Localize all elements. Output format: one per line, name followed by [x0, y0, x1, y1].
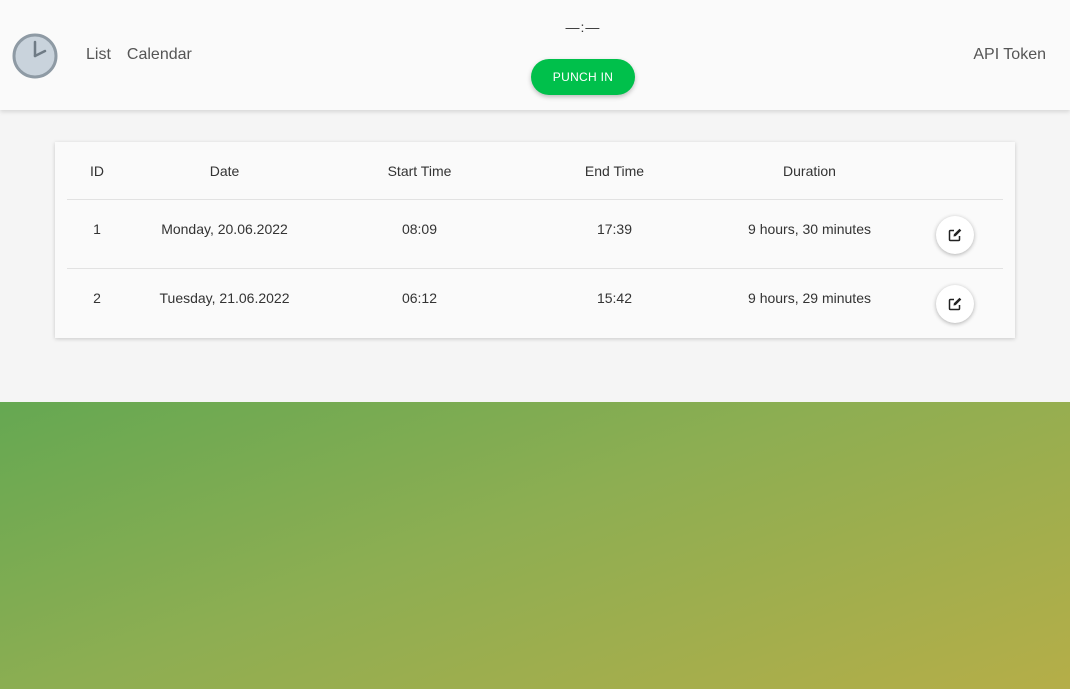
table-header-row: ID Date Start Time End Time Duration	[67, 142, 1003, 200]
clock-icon[interactable]	[12, 33, 58, 79]
punch-in-button[interactable]: PUNCH IN	[531, 59, 635, 95]
edit-icon	[948, 297, 962, 311]
footer-gradient-background	[0, 402, 1070, 689]
edit-entry-button[interactable]	[936, 285, 974, 323]
nav-link-calendar[interactable]: Calendar	[127, 45, 192, 65]
nav-link-list[interactable]: List	[86, 45, 111, 65]
cell-actions	[907, 199, 1003, 269]
column-header-date[interactable]: Date	[127, 142, 322, 200]
entries-card: ID Date Start Time End Time Duration 1 M…	[55, 142, 1015, 338]
column-header-duration[interactable]: Duration	[712, 142, 907, 200]
nav-link-api-token[interactable]: API Token	[973, 45, 1046, 65]
cell-date: Monday, 20.06.2022	[127, 199, 322, 269]
entries-table: ID Date Start Time End Time Duration 1 M…	[67, 142, 1003, 338]
column-header-start-time[interactable]: Start Time	[322, 142, 517, 200]
cell-duration: 9 hours, 29 minutes	[748, 290, 871, 306]
column-header-end-time[interactable]: End Time	[517, 142, 712, 200]
cell-actions	[907, 269, 1003, 338]
timer-display: —:—	[565, 19, 601, 35]
cell-start-time: 08:09	[322, 199, 517, 269]
edit-icon	[948, 228, 962, 242]
cell-start-time: 06:12	[401, 290, 438, 306]
cell-id: 2	[93, 290, 101, 306]
cell-duration: 9 hours, 30 minutes	[712, 199, 907, 269]
cell-end-time: 15:42	[596, 290, 633, 306]
edit-entry-button[interactable]	[936, 216, 974, 254]
cell-end-time: 17:39	[517, 199, 712, 269]
top-app-bar: List Calendar —:— PUNCH IN API Token	[0, 0, 1070, 110]
table-row[interactable]: 2 Tuesday, 21.06.2022 06:12 15:42 9 hour…	[67, 269, 1003, 338]
table-row[interactable]: 1 Monday, 20.06.2022 08:09 17:39 9 hours…	[67, 199, 1003, 269]
cell-date: Tuesday, 21.06.2022	[159, 290, 290, 306]
column-header-id[interactable]: ID	[67, 142, 127, 200]
column-header-actions	[907, 142, 1003, 200]
main-nav: List Calendar	[86, 45, 192, 65]
cell-id: 1	[67, 199, 127, 269]
